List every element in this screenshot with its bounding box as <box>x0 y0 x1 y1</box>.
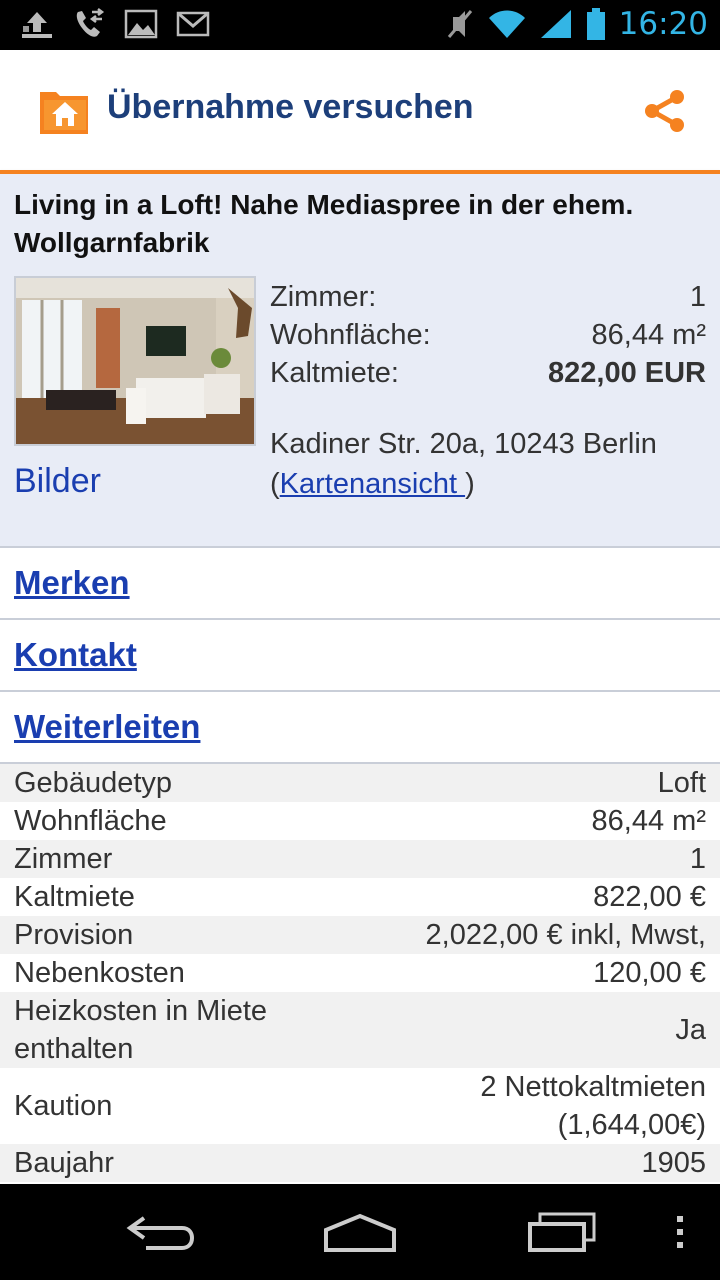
detail-value: 120,00 € <box>593 957 706 989</box>
back-icon[interactable] <box>126 1212 196 1252</box>
notification-icons <box>20 8 210 40</box>
gmail-icon <box>176 11 210 37</box>
detail-row: Kaution 2 Nettokaltmieten (1,644,00€) <box>0 1068 720 1144</box>
mute-icon <box>447 10 472 38</box>
weiterleiten-link[interactable]: Weiterleiten <box>14 708 200 746</box>
detail-row: Kaltmiete 822,00 € <box>0 878 720 916</box>
detail-value: 1905 <box>641 1147 706 1179</box>
fact-value: 1 <box>689 281 706 313</box>
listing-content[interactable]: Living in a Loft! Nahe Mediaspree in der… <box>0 174 720 1184</box>
screen-title: Übernahme versuchen <box>107 88 474 126</box>
upload-icon <box>22 12 52 38</box>
fact-row-zimmer: Zimmer: 1 <box>270 278 706 316</box>
merken-link[interactable]: Merken <box>14 564 130 602</box>
fact-label: Wohnfläche: <box>270 319 431 351</box>
fact-label: Kaltmiete: <box>270 357 399 389</box>
detail-value: 822,00 € <box>593 881 706 913</box>
detail-label: Provision <box>14 919 134 951</box>
detail-label: Kaution <box>14 1090 113 1122</box>
image-icon <box>124 9 158 39</box>
bilder-link[interactable]: Bilder <box>14 462 101 501</box>
listing-summary: Living in a Loft! Nahe Mediaspree in der… <box>0 174 720 548</box>
kontakt-row[interactable]: Kontakt <box>0 620 720 692</box>
wifi-icon <box>488 10 525 38</box>
status-bar: 16:20 <box>0 0 720 50</box>
call-forward-icon <box>76 8 105 37</box>
clock: 16:20 <box>618 6 708 42</box>
detail-value: 2 Nettokaltmieten (1,644,00€) <box>480 1071 706 1141</box>
map-link-line: (Kartenansicht ) <box>270 464 710 504</box>
key-facts: Zimmer: 1 Wohnfläche: 86,44 m² Kaltmiete… <box>270 278 706 392</box>
detail-label: Gebäudetyp <box>14 767 173 799</box>
detail-row: Provision 2,022,00 € inkl, Mwst, <box>0 916 720 954</box>
detail-value: Loft <box>657 767 706 799</box>
signal-icon <box>540 10 571 38</box>
overflow-menu-icon[interactable] <box>674 1212 686 1252</box>
fact-row-kaltmiete: Kaltmiete: 822,00 EUR <box>270 354 706 392</box>
detail-row: Wohnfläche 86,44 m² <box>0 802 720 840</box>
paren-close: ) <box>465 468 475 500</box>
detail-label: Kaltmiete <box>14 881 135 913</box>
detail-row: Nebenkosten 120,00 € <box>0 954 720 992</box>
fact-value-price: 822,00 EUR <box>548 357 706 389</box>
kartenansicht-link[interactable]: Kartenansicht <box>280 468 465 500</box>
detail-row: Baujahr 1905 <box>0 1144 720 1182</box>
recent-apps-icon[interactable] <box>526 1212 598 1252</box>
paren-open: ( <box>270 468 280 500</box>
fact-label: Zimmer: <box>270 281 377 313</box>
detail-value: 1 <box>689 843 706 875</box>
address-block: Kadiner Str. 20a, 10243 Berlin (Kartenan… <box>270 424 710 504</box>
battery-icon <box>586 8 605 40</box>
detail-label: Wohnfläche <box>14 805 167 837</box>
fact-row-wohnflaeche: Wohnfläche: 86,44 m² <box>270 316 706 354</box>
fact-value: 86,44 m² <box>591 319 706 351</box>
kontakt-link[interactable]: Kontakt <box>14 636 137 674</box>
detail-label: Heizkosten in Miete enthalten <box>14 995 268 1065</box>
weiterleiten-row[interactable]: Weiterleiten <box>0 692 720 764</box>
detail-row: Heizkosten in Miete enthalten Ja <box>0 992 720 1068</box>
listing-title: Living in a Loft! Nahe Mediaspree in der… <box>14 189 634 258</box>
details-table: Gebäudetyp Loft Wohnfläche 86,44 m² Zimm… <box>0 764 720 1182</box>
detail-value: Ja <box>675 1014 706 1046</box>
detail-label: Zimmer <box>14 843 113 875</box>
address-text: Kadiner Str. 20a, 10243 Berlin <box>270 428 657 460</box>
home-icon[interactable] <box>322 1212 398 1252</box>
detail-label: Nebenkosten <box>14 957 185 989</box>
navigation-bar <box>0 1184 720 1280</box>
system-indicators: 16:20 <box>445 6 708 42</box>
home-folder-icon[interactable] <box>38 86 92 136</box>
action-bar: Übernahme versuchen <box>0 50 720 174</box>
loft-photo-image <box>16 278 254 444</box>
detail-label: Baujahr <box>14 1147 114 1179</box>
listing-photo[interactable] <box>14 276 256 446</box>
merken-row[interactable]: Merken <box>0 548 720 620</box>
detail-row: Zimmer 1 <box>0 840 720 878</box>
detail-row: Gebäudetyp Loft <box>0 764 720 802</box>
detail-value: 86,44 m² <box>591 805 706 837</box>
share-icon[interactable] <box>640 86 690 136</box>
detail-value: 2,022,00 € inkl, Mwst, <box>425 919 706 951</box>
